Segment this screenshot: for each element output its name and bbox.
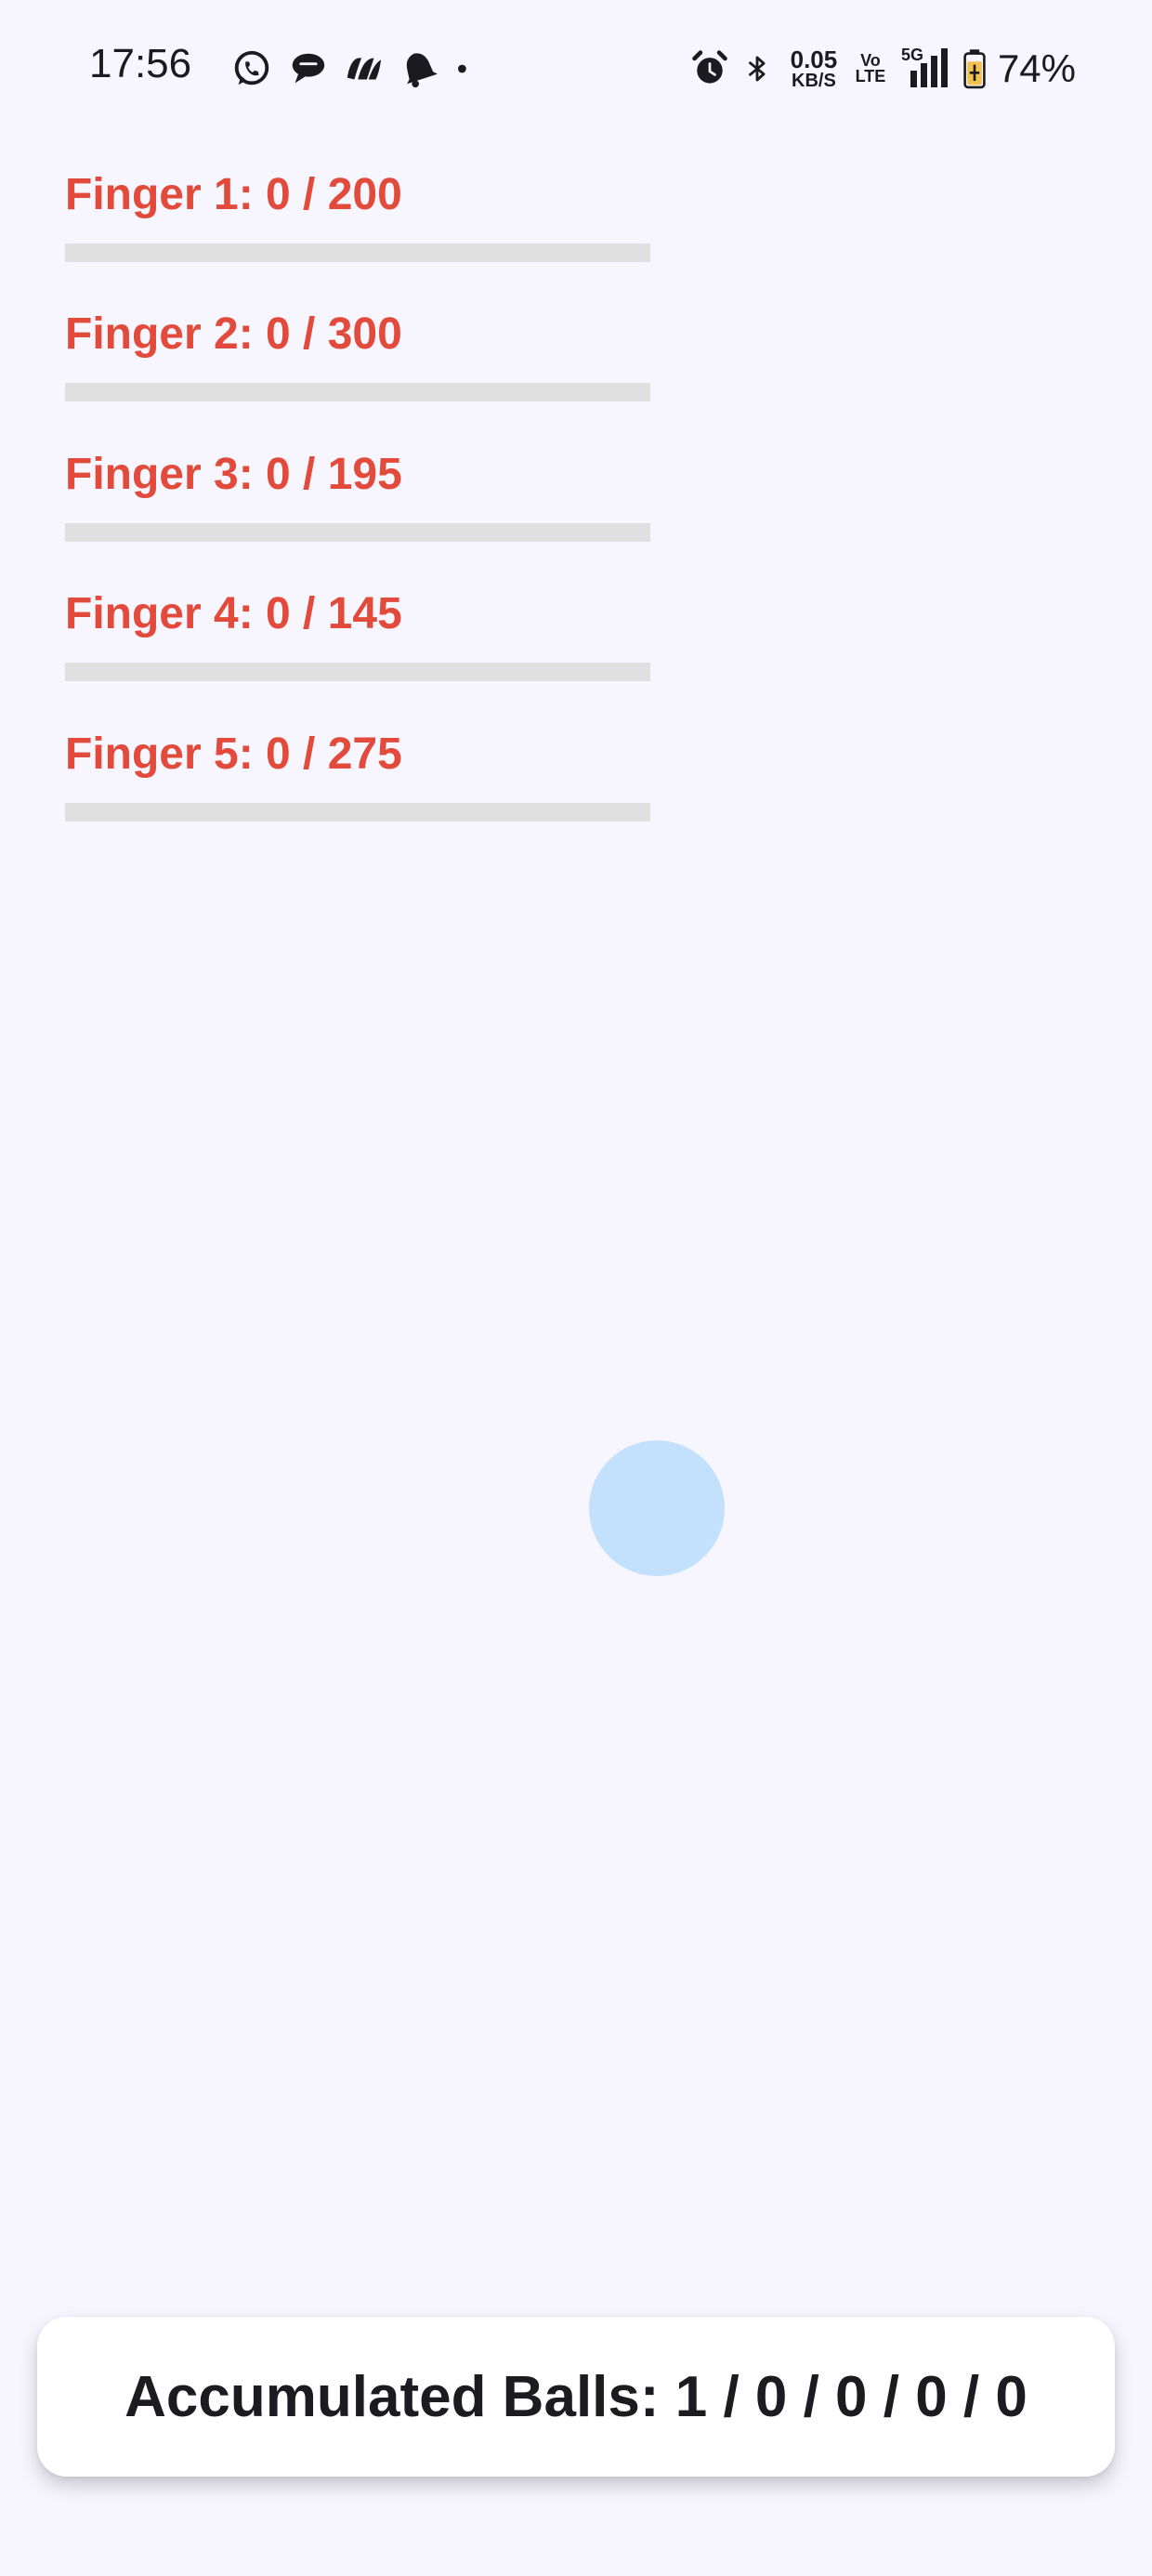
finger-3-label: Finger 3: 0 / 195	[65, 450, 402, 499]
bluetooth-icon	[748, 56, 766, 82]
status-bar: 17:56 0.05 KB/S Vo LTE 5G 74%	[0, 0, 1152, 139]
whatsapp-icon	[234, 50, 269, 85]
battery-percent: 74%	[997, 46, 1076, 90]
finger-1-progress-bar	[65, 243, 650, 262]
finger-2-label: Finger 2: 0 / 300	[65, 309, 402, 359]
finger-4-row: Finger 4: 0 / 145	[65, 589, 650, 681]
finger-5-progress-bar	[65, 803, 650, 821]
notification-icons	[230, 46, 481, 91]
finger-3-progress-bar	[65, 523, 650, 542]
finger-1-row: Finger 1: 0 / 200	[65, 170, 650, 262]
finger-4-progress-bar	[65, 663, 650, 681]
bell-icon	[406, 53, 438, 88]
network-speed: 0.05 KB/S	[784, 47, 844, 90]
system-icons: 0.05 KB/S Vo LTE 5G 74%	[689, 41, 1076, 97]
accumulated-balls-card: Accumulated Balls: 1 / 0 / 0 / 0 / 0	[37, 2317, 1115, 2477]
signal-bars-icon	[910, 48, 948, 87]
network-speed-unit: KB/S	[792, 71, 836, 91]
ball[interactable]	[589, 1440, 725, 1576]
finger-3-row: Finger 3: 0 / 195	[65, 450, 650, 542]
network-speed-value: 0.05	[790, 46, 838, 73]
app-logo-icon	[347, 58, 382, 80]
alarm-icon	[692, 50, 727, 84]
accumulated-balls-label: Accumulated Balls: 1 / 0 / 0 / 0 / 0	[124, 2364, 1028, 2429]
finger-1-label: Finger 1: 0 / 200	[65, 170, 402, 219]
finger-4-label: Finger 4: 0 / 145	[65, 589, 402, 638]
battery-charging-icon	[963, 49, 986, 89]
volte-bottom-label: LTE	[855, 67, 886, 85]
finger-5-row: Finger 5: 0 / 275	[65, 729, 650, 821]
finger-2-row: Finger 2: 0 / 300	[65, 309, 650, 401]
chat-bubble-icon	[292, 53, 325, 84]
status-clock: 17:56	[89, 41, 192, 86]
signal-indicator: 5G	[897, 46, 951, 91]
volte-indicator: Vo LTE	[855, 52, 886, 85]
dot-icon	[458, 64, 466, 73]
finger-5-label: Finger 5: 0 / 275	[65, 729, 402, 779]
finger-2-progress-bar	[65, 383, 650, 401]
